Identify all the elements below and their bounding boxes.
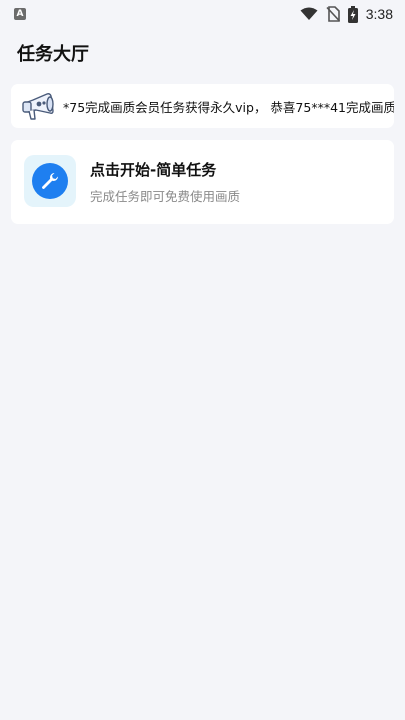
- page-title: 任务大厅: [17, 44, 89, 65]
- no-sim-icon: [326, 6, 340, 22]
- task-card[interactable]: 点击开始-简单任务 完成任务即可免费使用画质: [11, 140, 394, 224]
- task-icon-container: [24, 155, 76, 207]
- status-bar: A 3:38: [0, 0, 405, 28]
- status-time: 3:38: [365, 6, 393, 22]
- task-icon-circle: [32, 163, 68, 199]
- announcement-text: *75完成画质会员任务获得永久vip， 恭喜75***41完成画质会: [63, 99, 394, 115]
- announcement-bar[interactable]: *75完成画质会员任务获得永久vip， 恭喜75***41完成画质会: [11, 84, 394, 128]
- status-left: A: [14, 8, 26, 20]
- status-right: 3:38: [300, 5, 393, 23]
- app-notification-icon: A: [14, 8, 26, 20]
- wrench-icon: [42, 173, 58, 189]
- megaphone-icon: [22, 93, 54, 120]
- task-subtitle: 完成任务即可免费使用画质: [90, 189, 241, 204]
- wifi-icon: [300, 7, 318, 20]
- task-title: 点击开始-简单任务: [90, 161, 217, 179]
- battery-charging-icon: [347, 5, 358, 23]
